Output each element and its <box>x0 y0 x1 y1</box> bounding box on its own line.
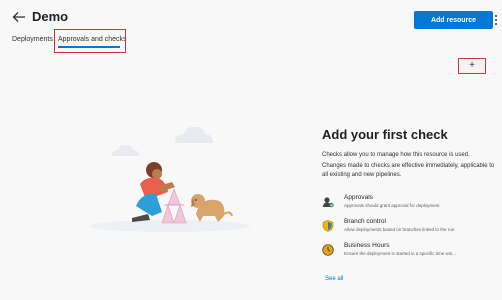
check-item-description: Ensure the deployment is started in a sp… <box>344 251 457 256</box>
page-title: Demo <box>32 9 69 24</box>
check-item-business-hours[interactable]: Business Hours Ensure the deployment is … <box>322 242 500 264</box>
empty-state-description: Checks allow you to manage how this reso… <box>322 152 470 158</box>
check-item-description: Allow deployments based on branches link… <box>344 227 455 232</box>
empty-state-panel: Add your first check Checks allow you to… <box>322 127 497 180</box>
empty-state-illustration <box>90 126 250 232</box>
clock-icon <box>322 244 334 256</box>
approval-icon <box>323 197 334 208</box>
add-resource-button[interactable]: Add resource <box>414 11 493 29</box>
check-item-label: Approvals <box>344 194 373 201</box>
plus-icon: + <box>469 60 475 71</box>
check-item-description: Approvals should grant approval for depl… <box>344 203 440 208</box>
back-arrow-icon[interactable] <box>12 11 26 23</box>
tab-deployments[interactable]: Deployments <box>12 36 53 43</box>
check-item-label: Business Hours <box>344 242 390 249</box>
add-check-button[interactable]: + <box>458 58 486 74</box>
empty-state-subdescription: Changes made to checks are effective imm… <box>322 163 495 178</box>
empty-state-title: Add your first check <box>322 127 448 142</box>
more-options-icon[interactable] <box>491 11 501 29</box>
highlight-box-tab <box>54 29 126 53</box>
check-item-approvals[interactable]: Approvals Approvals should grant approva… <box>322 194 500 216</box>
check-item-branch-control[interactable]: Branch control Allow deployments based o… <box>322 218 500 240</box>
check-item-label: Branch control <box>344 218 386 225</box>
shield-icon <box>322 220 334 232</box>
see-all-link[interactable]: See all <box>325 276 343 282</box>
